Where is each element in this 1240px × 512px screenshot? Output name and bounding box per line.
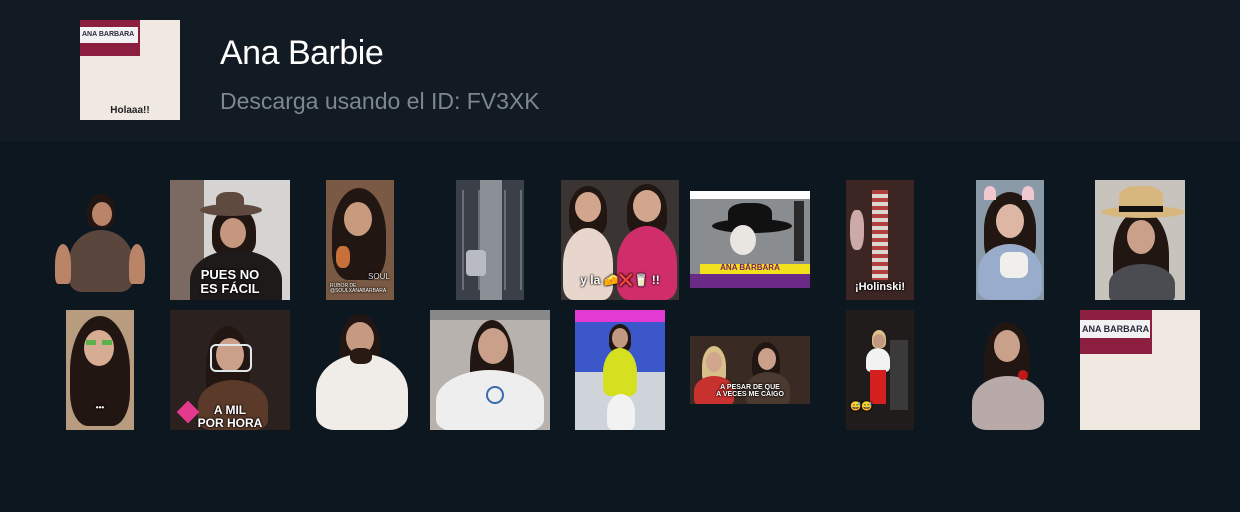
pack-download-id: Descarga usando el ID: FV3XK (220, 88, 540, 114)
pack-title: Ana Barbie (220, 34, 384, 72)
sticker-2[interactable]: PUES NO ES FÁCIL (170, 180, 290, 300)
sticker-18[interactable]: ANA BARBARA (1080, 310, 1200, 430)
sticker-13[interactable] (430, 310, 550, 430)
sticker-sign-label: ANA BARBARA (1080, 320, 1150, 338)
sticker-caption: 😅😅 (850, 401, 873, 411)
pack-thumbnail: ANA BARBARA Holaaa!! (80, 20, 180, 120)
sticker-caption: RUBOR DE @SOULXANABARBARA (330, 283, 387, 295)
sticker-1[interactable] (55, 188, 145, 293)
sticker-caption: PUES NO ES FÁCIL (200, 267, 260, 296)
sticker-10[interactable]: ••• (66, 310, 134, 430)
sticker-caption: ••• (95, 403, 105, 412)
sticker-caption: A PESAR DE QUE A VECES ME CAIGO (716, 384, 784, 399)
sticker-11[interactable]: A MIL POR HORA (170, 310, 290, 430)
sticker-16[interactable]: 😅😅 (846, 310, 914, 430)
sticker-caption: ANA BÁRBARA (720, 263, 780, 272)
pack-header: ANA BARBARA Holaaa!! Ana Barbie Descarga… (0, 0, 1240, 141)
sticker-15[interactable]: A PESAR DE QUE A VECES ME CAIGO (690, 336, 810, 404)
sticker-4[interactable] (456, 180, 524, 300)
sticker-6[interactable]: ANA BÁRBARA (690, 191, 810, 288)
sticker-7[interactable]: ¡Holinski! (846, 180, 914, 300)
sticker-8[interactable] (976, 180, 1044, 300)
sticker-caption: y la 🧀❌🥛 !! (580, 273, 660, 287)
sticker-5[interactable]: y la 🧀❌🥛 !! (561, 180, 679, 300)
sticker-watermark: SOUL (368, 272, 390, 281)
sticker-caption: A MIL POR HORA (197, 403, 263, 430)
sticker-caption: ¡Holinski! (854, 281, 906, 293)
sticker-3[interactable]: RUBOR DE @SOULXANABARBARA SOUL (326, 180, 394, 300)
sticker-9[interactable] (1095, 180, 1185, 300)
sticker-14[interactable] (575, 310, 665, 430)
thumbnail-caption: Holaaa!! (110, 105, 150, 116)
sticker-12[interactable] (310, 310, 412, 430)
sign-label: ANA BARBARA (80, 27, 138, 43)
sign-graphic: ANA BARBARA (80, 20, 140, 56)
sticker-17[interactable] (966, 320, 1050, 430)
